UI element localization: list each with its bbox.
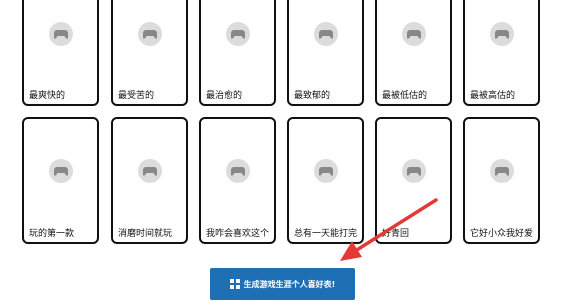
card-label: 总有一天能打完 xyxy=(294,229,358,239)
gamepad-icon xyxy=(225,159,250,183)
card-label: 它好小众我好爱 xyxy=(470,229,534,239)
gamepad-icon xyxy=(48,159,73,183)
gamepad-icon xyxy=(489,159,514,183)
card-slot-4[interactable]: 最致郁的 xyxy=(287,0,364,106)
card-slot-11[interactable]: 好青回 xyxy=(375,117,452,244)
card-slot-5[interactable]: 最被低估的 xyxy=(375,0,452,106)
card-label: 玩的第一款 xyxy=(29,229,75,239)
card-slot-9[interactable]: 我咋会喜欢这个 xyxy=(199,117,276,244)
card-slot-7[interactable]: 玩的第一款 xyxy=(22,117,99,244)
card-label: 我咋会喜欢这个 xyxy=(206,229,270,239)
gamepad-icon xyxy=(225,22,250,46)
card-label: 最爽快的 xyxy=(29,91,66,101)
card-slot-8[interactable]: 消磨时间就玩 xyxy=(111,117,188,244)
grid-icon xyxy=(229,279,240,289)
card-label: 消磨时间就玩 xyxy=(118,229,173,239)
card-label: 最被高估的 xyxy=(470,91,516,101)
gamepad-icon xyxy=(48,22,73,46)
generate-chart-button[interactable]: 生成游戏生涯个人喜好表! xyxy=(210,268,355,300)
card-label: 最被低估的 xyxy=(382,91,428,101)
card-label: 最治愈的 xyxy=(206,91,243,101)
gamepad-icon xyxy=(313,159,338,183)
gamepad-icon xyxy=(401,159,426,183)
card-slot-3[interactable]: 最治愈的 xyxy=(199,0,276,106)
gamepad-icon xyxy=(137,159,162,183)
card-label: 最受苦的 xyxy=(118,91,155,101)
gamepad-icon xyxy=(401,22,426,46)
card-slot-1[interactable]: 最爽快的 xyxy=(22,0,99,106)
gamepad-icon xyxy=(489,22,514,46)
card-slot-2[interactable]: 最受苦的 xyxy=(111,0,188,106)
card-slot-10[interactable]: 总有一天能打完 xyxy=(287,117,364,244)
generate-button-label: 生成游戏生涯个人喜好表! xyxy=(243,279,336,289)
card-slot-12[interactable]: 它好小众我好爱 xyxy=(463,117,540,244)
card-label: 最致郁的 xyxy=(294,91,331,101)
gamepad-icon xyxy=(313,22,338,46)
card-slot-6[interactable]: 最被高估的 xyxy=(463,0,540,106)
gamepad-icon xyxy=(137,22,162,46)
card-label: 好青回 xyxy=(382,229,410,239)
